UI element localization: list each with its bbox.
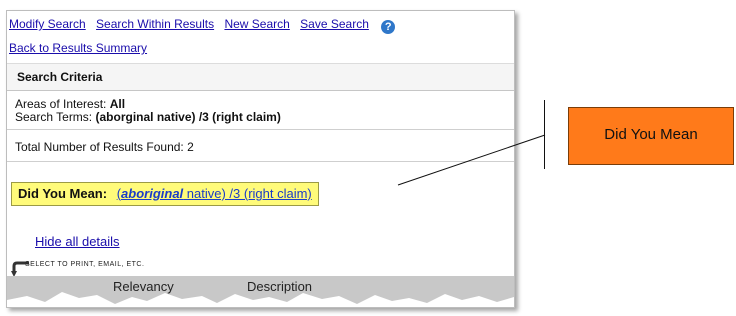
- callout-bracket: [544, 100, 545, 169]
- did-you-mean-callout: Did You Mean: [568, 107, 734, 165]
- callout-text: Did You Mean: [604, 126, 698, 143]
